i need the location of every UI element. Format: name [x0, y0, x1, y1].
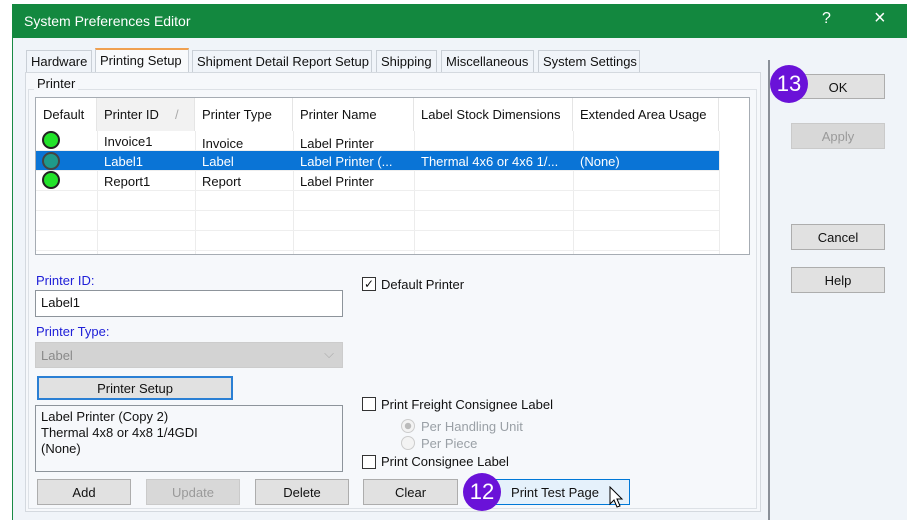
print-consignee-label: Print Consignee Label: [381, 454, 509, 469]
default-printer-label: Default Printer: [381, 277, 465, 292]
default-status-icon: [42, 152, 60, 170]
per-piece-label: Per Piece: [421, 436, 478, 451]
default-printer-checkbox[interactable]: ✓: [362, 277, 376, 291]
help-icon[interactable]: ?: [822, 10, 831, 28]
update-button[interactable]: Update: [146, 479, 240, 505]
cell-printer-type: Invoice: [202, 136, 244, 151]
sort-icon: /: [175, 107, 179, 122]
mouse-cursor-icon: [609, 486, 624, 508]
tab-miscellaneous[interactable]: Miscellaneous: [441, 50, 534, 72]
print-freight-label: Print Freight Consignee Label: [381, 397, 553, 412]
window-title: System Preferences Editor: [24, 13, 191, 29]
printer-id-label: Printer ID:: [36, 273, 95, 288]
apply-button[interactable]: Apply: [791, 123, 885, 149]
tab-shipment-detail-report-setup[interactable]: Shipment Detail Report Setup: [192, 50, 372, 72]
column-label-stock[interactable]: Label Stock Dimensions: [414, 98, 573, 131]
cell-extended-area: (None): [580, 154, 620, 169]
default-status-icon: [42, 171, 60, 189]
info-line: Thermal 4x8 or 4x8 1/4GDI: [41, 425, 198, 440]
printer-list[interactable]: Default Printer ID / Printer Type Printer…: [35, 97, 750, 255]
step-badge-12: 12: [463, 473, 501, 511]
info-line: (None): [41, 441, 81, 456]
per-handling-label: Per Handling Unit: [421, 419, 523, 434]
label-text: Printer ID:: [36, 273, 95, 288]
printer-info-box: Label Printer (Copy 2) Thermal 4x8 or 4x…: [35, 405, 343, 472]
print-freight-checkbox[interactable]: [362, 397, 376, 411]
cell-printer-id: Invoice1: [104, 134, 153, 149]
select-value: Label: [41, 348, 73, 363]
tab-printing-setup[interactable]: Printing Setup: [95, 48, 189, 73]
chevron-down-icon: ⌵: [324, 346, 334, 361]
info-line: Label Printer (Copy 2): [41, 409, 169, 424]
printer-id-input[interactable]: Label1: [35, 290, 343, 317]
tab-shipping[interactable]: Shipping: [376, 50, 437, 72]
column-printer-id[interactable]: Printer ID /: [97, 98, 195, 131]
column-default[interactable]: Default: [36, 98, 97, 131]
printer-setup-button[interactable]: Printer Setup: [37, 376, 233, 400]
cell-printer-type: Label: [202, 154, 234, 169]
per-piece-radio[interactable]: [401, 436, 415, 450]
cell-printer-id: Label1: [104, 154, 144, 169]
column-extended-area[interactable]: Extended Area Usage: [573, 98, 719, 131]
cancel-button[interactable]: Cancel: [791, 224, 885, 250]
column-printer-name[interactable]: Printer Name: [293, 98, 414, 131]
title-bar: System Preferences Editor ? ×: [12, 4, 907, 38]
cell-printer-name: Label Printer (...: [300, 154, 393, 169]
print-consignee-checkbox[interactable]: [362, 455, 376, 469]
cell-printer-id: Report1: [104, 174, 151, 189]
add-button[interactable]: Add: [37, 479, 131, 505]
cell-printer-name: Label Printer: [300, 136, 374, 151]
cell-printer-type: Report: [202, 174, 242, 189]
separator: [768, 60, 770, 520]
clear-button[interactable]: Clear: [363, 479, 458, 505]
table-row[interactable]: Invoice1 Invoice Label Printer: [36, 131, 719, 151]
per-handling-radio[interactable]: [401, 419, 415, 433]
printer-type-label: Printer Type:: [36, 324, 110, 339]
tab-hardware[interactable]: Hardware: [26, 50, 92, 72]
column-label: Printer ID: [104, 107, 159, 122]
cell-printer-name: Label Printer: [300, 174, 374, 189]
column-printer-type[interactable]: Printer Type: [195, 98, 293, 131]
tab-system-settings[interactable]: System Settings: [538, 50, 640, 72]
table-row[interactable]: Report1 Report Label Printer: [36, 171, 719, 191]
printer-type-select[interactable]: Label ⌵: [35, 342, 343, 368]
step-badge-13: 13: [770, 65, 808, 103]
table-row-selected[interactable]: Label1 Label Label Printer (... Thermal …: [36, 151, 719, 171]
close-icon[interactable]: ×: [874, 7, 886, 30]
default-status-icon: [42, 131, 60, 149]
help-button[interactable]: Help: [791, 267, 885, 293]
group-label: Printer: [34, 76, 79, 91]
delete-button[interactable]: Delete: [255, 479, 349, 505]
cell-label-stock: Thermal 4x6 or 4x6 1/...: [421, 154, 559, 169]
